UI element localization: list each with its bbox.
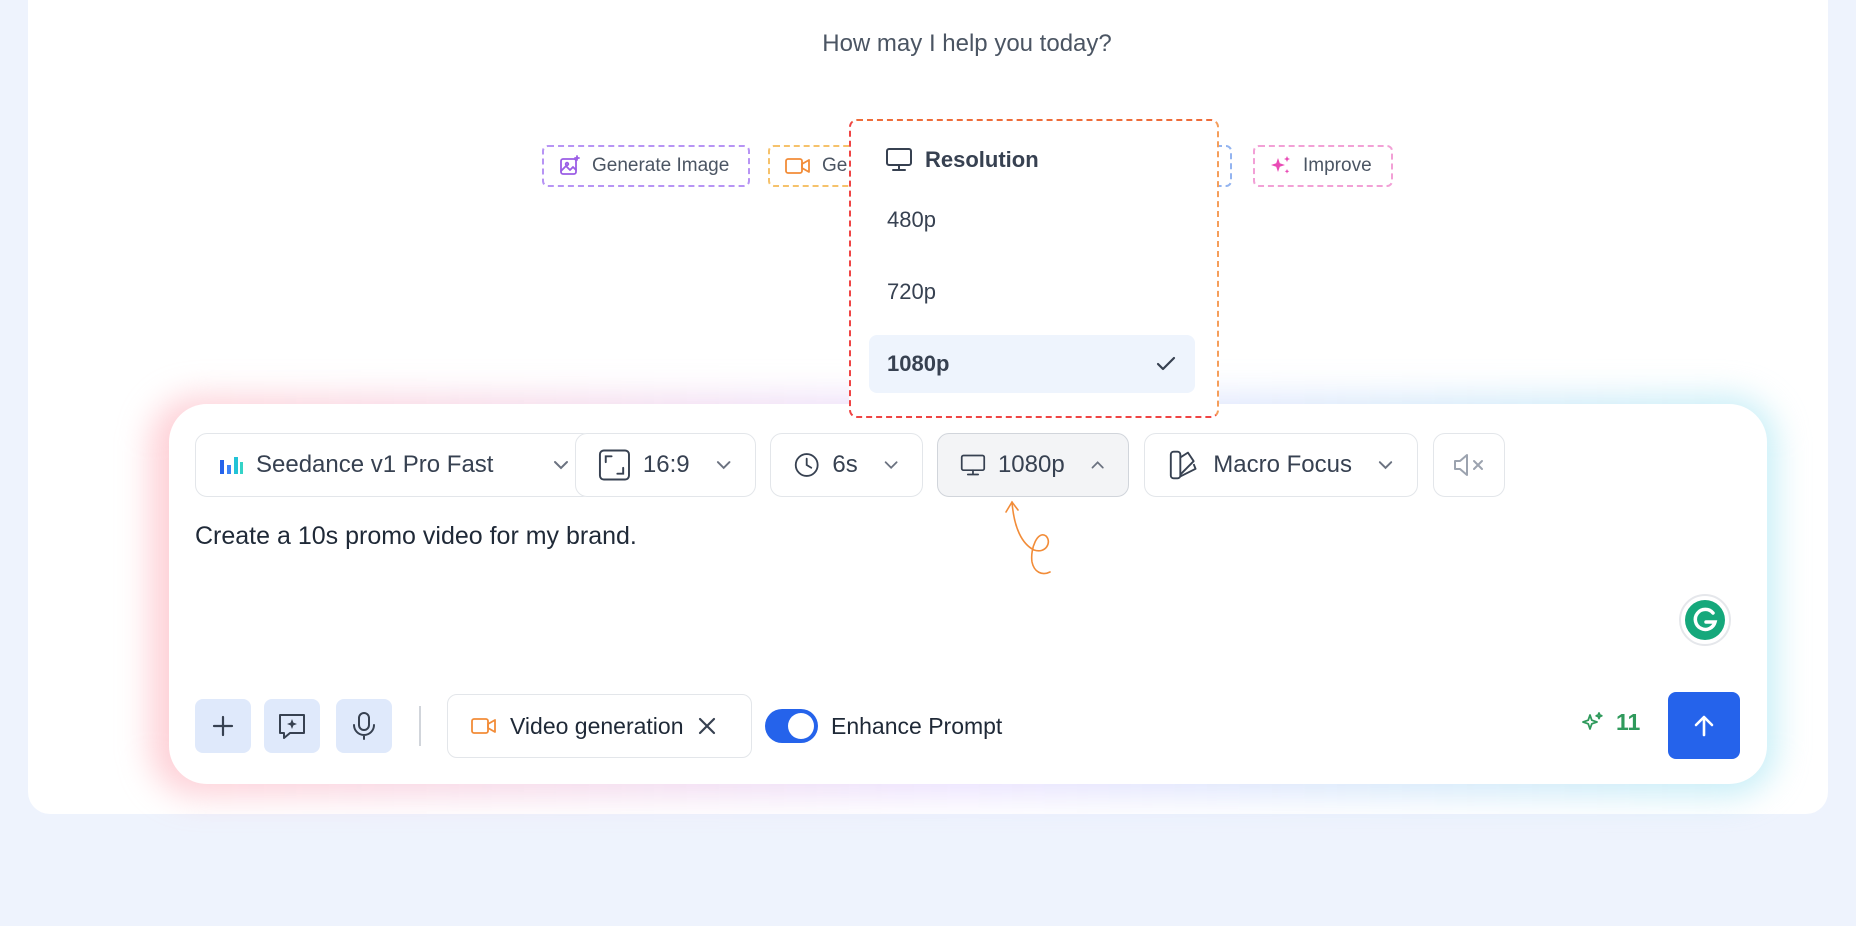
monitor-icon xyxy=(886,148,912,171)
resolution-option-1080p[interactable]: 1080p xyxy=(869,335,1195,393)
resolution-option-720p[interactable]: 720p xyxy=(869,263,1195,321)
checkmark-icon xyxy=(1156,356,1176,371)
generate-image-label: Generate Image xyxy=(592,155,730,176)
credits-indicator: 11 xyxy=(1580,709,1640,736)
monitor-icon xyxy=(960,454,986,476)
option-label: 1080p xyxy=(887,351,950,376)
chevron-down-icon xyxy=(554,461,568,470)
arrow-up-icon xyxy=(1694,715,1714,736)
generate-video-label: Ge xyxy=(822,155,848,176)
color-swatch-icon xyxy=(1169,450,1197,480)
resolution-menu-title: Resolution xyxy=(925,147,1039,172)
resolution-menu-header: Resolution xyxy=(885,147,1039,173)
speaker-muted-icon xyxy=(1454,454,1483,476)
clock-icon xyxy=(794,453,819,477)
aspect-ratio-selector[interactable]: 16:9 xyxy=(575,433,756,497)
toolbar-divider xyxy=(419,706,421,746)
style-label: Macro Focus xyxy=(1213,451,1352,478)
aspect-label: 16:9 xyxy=(642,451,690,478)
enhance-prompt-label: Enhance Prompt xyxy=(831,713,1003,739)
plus-icon xyxy=(212,715,234,737)
grammarly-button[interactable] xyxy=(1679,594,1731,646)
enhance-prompt-toggle[interactable] xyxy=(765,709,818,743)
resolution-selector[interactable]: 1080p xyxy=(937,433,1129,497)
image-sparkle-icon xyxy=(560,155,580,175)
chat-sparkle-icon xyxy=(279,714,305,739)
app-stage: How may I help you today? Generate Image… xyxy=(0,0,1856,926)
microphone-button[interactable] xyxy=(336,699,392,753)
improve-label: Improve xyxy=(1303,155,1372,176)
aspect-ratio-icon xyxy=(598,449,630,481)
sparkles-icon xyxy=(1582,711,1603,730)
style-selector[interactable]: Macro Focus xyxy=(1144,433,1418,497)
annotation-arrow-icon xyxy=(1005,500,1051,575)
chevron-down-icon xyxy=(884,461,898,470)
video-generation-tag: Video generation xyxy=(447,694,752,758)
prompt-assist-button[interactable] xyxy=(264,699,320,753)
add-attachment-button[interactable] xyxy=(195,699,251,753)
sparkles-icon xyxy=(1271,156,1290,174)
video-camera-icon xyxy=(785,158,810,174)
resolution-option-480p[interactable]: 480p xyxy=(869,191,1195,249)
mode-tag-label: Video generation xyxy=(510,712,684,739)
chevron-down-icon xyxy=(1378,461,1393,470)
improve-chip[interactable]: Improve xyxy=(1253,145,1393,187)
chevron-up-icon xyxy=(1091,461,1104,469)
option-label: 480p xyxy=(887,207,936,232)
model-selector[interactable]: Seedance v1 Pro Fast xyxy=(195,433,594,497)
duration-label: 6s xyxy=(832,451,858,478)
grammarly-icon xyxy=(1685,600,1725,640)
bar-chart-icon xyxy=(220,457,243,474)
chevron-down-icon xyxy=(716,461,731,470)
send-button[interactable] xyxy=(1668,692,1740,759)
generate-image-chip[interactable]: Generate Image xyxy=(542,145,750,187)
option-label: 720p xyxy=(887,279,936,304)
page-headline: How may I help you today? xyxy=(822,30,1112,57)
resolution-label: 1080p xyxy=(997,451,1065,478)
duration-selector[interactable]: 6s xyxy=(770,433,923,497)
video-camera-icon xyxy=(471,718,496,734)
microphone-icon xyxy=(353,712,375,740)
model-label: Seedance v1 Pro Fast xyxy=(256,451,494,478)
mute-toggle-button[interactable] xyxy=(1433,433,1505,497)
prompt-textarea[interactable]: Create a 10s promo video for my brand. xyxy=(195,522,637,551)
close-icon[interactable] xyxy=(696,715,718,737)
credits-count: 11 xyxy=(1616,709,1641,735)
